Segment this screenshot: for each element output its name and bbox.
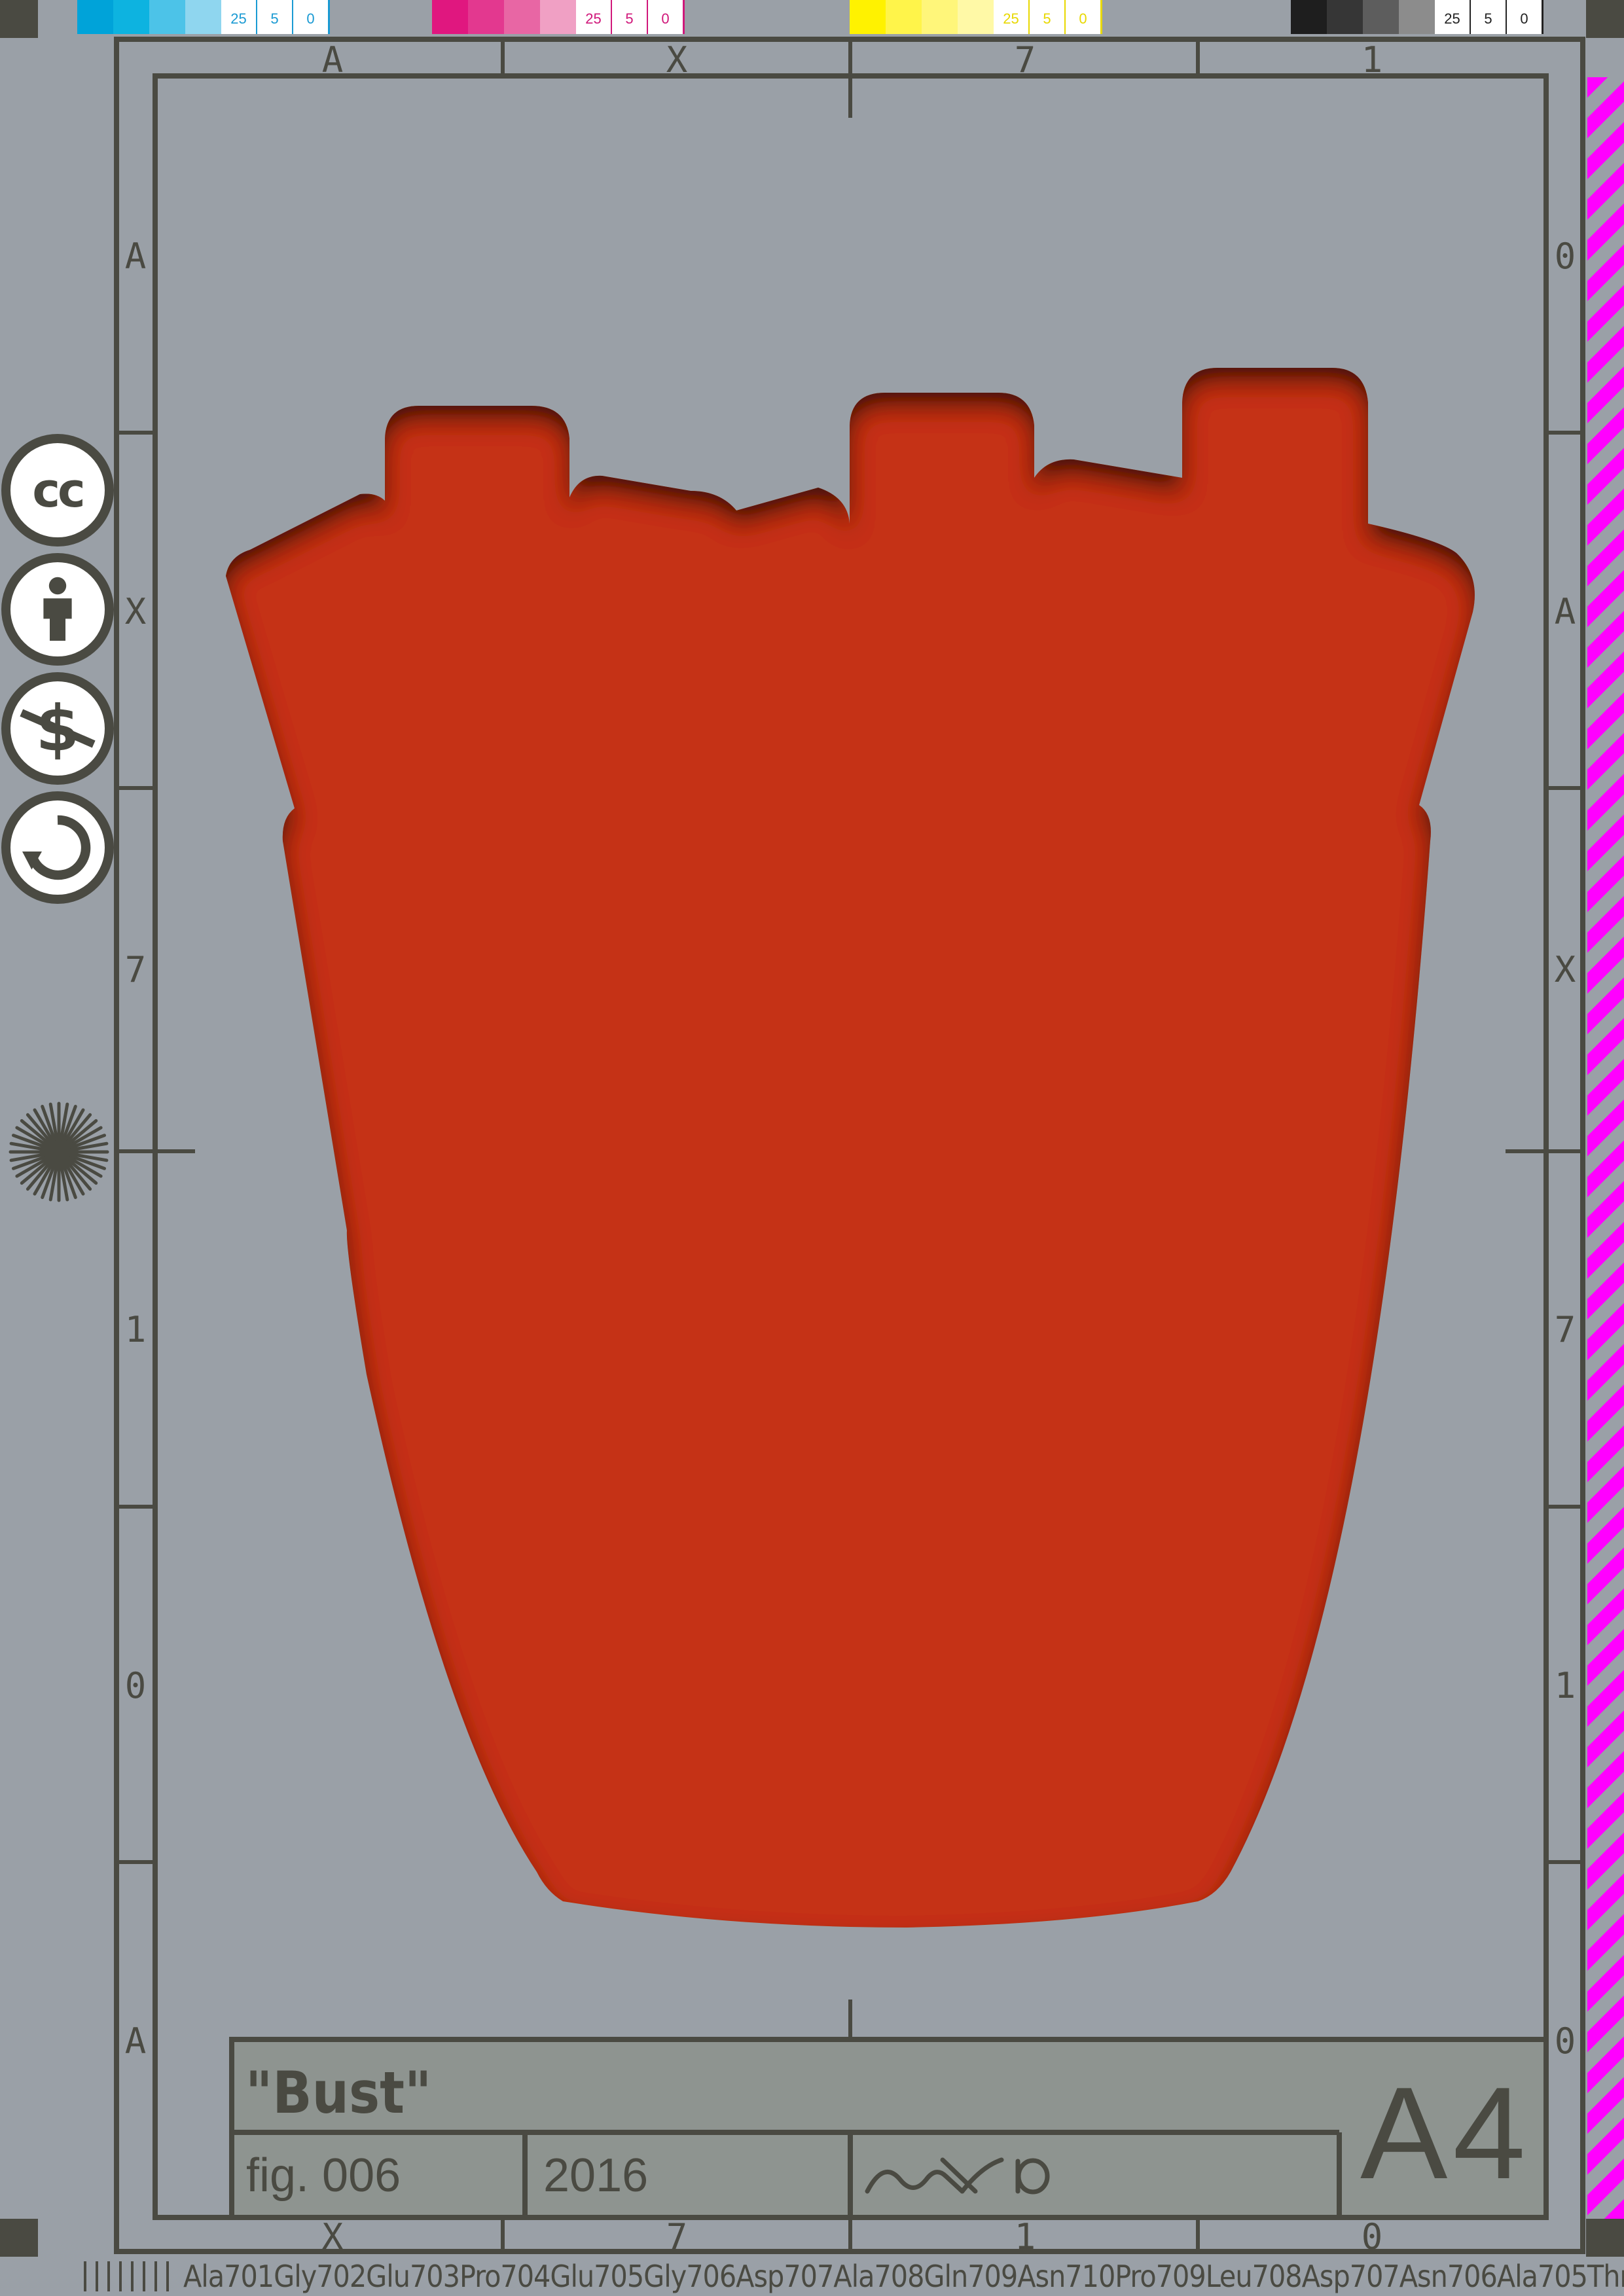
figure-title: "Bust" xyxy=(245,2059,432,2126)
left-ruler-label: A xyxy=(125,2020,147,2062)
noncommercial-icon: $ xyxy=(1,672,114,785)
figure-number: fig. 006 xyxy=(246,2149,401,2202)
sequence-text: Ala701Gly702Glu703Pro704Glu705Gly706Asp7… xyxy=(183,2259,1624,2294)
left-ruler-labels: A X 7 1 0 A xyxy=(125,236,147,2062)
right-ruler-label: X xyxy=(1555,949,1576,990)
attribution-icon xyxy=(1,553,114,666)
right-ruler-label: 1 xyxy=(1555,1665,1576,1706)
bust-figure xyxy=(226,368,1475,1928)
left-ruler-label: X xyxy=(125,591,147,632)
paper-size-label: A4 xyxy=(1360,2060,1531,2206)
bottom-ruler-label: 1 xyxy=(1015,2216,1036,2257)
footer-barcode-lines xyxy=(84,2261,175,2291)
cc-icon-text: cc xyxy=(32,463,85,518)
left-ruler-label: 7 xyxy=(125,949,147,990)
bottom-ruler-label: 0 xyxy=(1362,2216,1383,2257)
left-ruler-label: 0 xyxy=(125,1665,147,1706)
right-ruler-labels: 0 A X 7 1 0 xyxy=(1555,236,1576,2062)
right-ruler-label: A xyxy=(1555,591,1576,632)
top-ruler-label: A xyxy=(322,39,344,81)
right-ruler-label: 0 xyxy=(1555,2020,1576,2062)
top-ruler-label: X xyxy=(666,39,688,81)
cc-icon: cc xyxy=(1,434,114,547)
bottom-ruler-label: X xyxy=(322,2216,344,2257)
bottom-ruler-label: 7 xyxy=(666,2216,688,2257)
drawing-sheet: A X 7 1 X 7 1 0 A X 7 1 0 A 0 A X 7 1 0 xyxy=(114,37,1585,2257)
burst-registration-mark xyxy=(9,1102,109,1202)
left-ruler-label: 1 xyxy=(125,1309,147,1350)
sharealike-icon xyxy=(1,791,114,904)
right-ruler-label: 7 xyxy=(1555,1309,1576,1350)
figure-year: 2016 xyxy=(543,2149,649,2202)
top-ruler-label: 1 xyxy=(1362,39,1383,81)
top-ruler-label: 7 xyxy=(1015,39,1036,81)
left-ruler-label: A xyxy=(125,236,147,277)
right-ruler-label: 0 xyxy=(1555,236,1576,277)
